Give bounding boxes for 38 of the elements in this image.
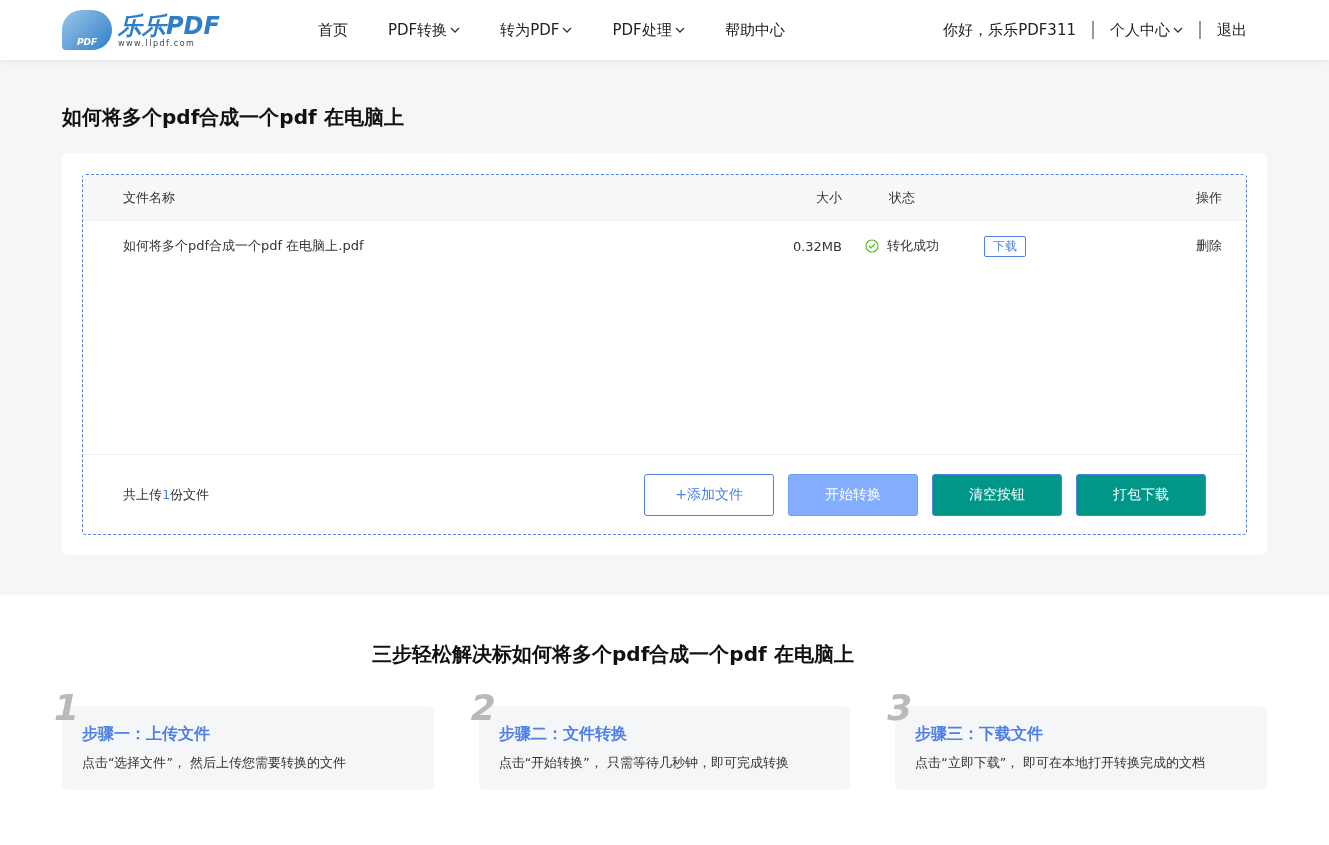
greeting: 你好，乐乐PDF311 <box>943 20 1076 40</box>
logo-name: 乐乐PDF <box>118 12 220 39</box>
action-button[interactable]: 清空按钮 <box>932 473 1062 516</box>
step-description: 点击“开始转换”， 只需等待几秒钟，即可完成转换 <box>498 755 790 772</box>
step-number: 2 <box>470 690 496 726</box>
nav-link[interactable]: PDF转换 <box>388 20 461 40</box>
column-header: 文件名称 <box>123 188 176 207</box>
step-number: 1 <box>54 690 80 726</box>
logo-url: www.llpdf.com <box>118 38 197 48</box>
page-title: 如何将多个pdf合成一个pdf 在电脑上 <box>62 104 405 131</box>
logout-link[interactable]: 退出 <box>1217 20 1247 40</box>
nav-link[interactable]: 首页 <box>318 20 348 40</box>
step-number: 3 <box>887 690 913 726</box>
column-header: 大小 <box>815 188 842 207</box>
nav-link[interactable]: 转为PDF <box>500 20 573 40</box>
chevron-down-icon <box>450 27 461 33</box>
delete-link[interactable]: 删除 <box>1082 237 1222 255</box>
action-button[interactable]: 打包下载 <box>1076 473 1206 516</box>
step-description: 点击“选择文件”， 然后上传您需要转换的文件 <box>82 755 347 772</box>
upload-count-text: 共上传1份文件 <box>123 485 210 504</box>
nav-link[interactable]: PDF处理 <box>612 20 685 40</box>
nav-link[interactable]: 帮助中心 <box>724 20 785 40</box>
steps-title: 三步轻松解决标如何将多个pdf合成一个pdf 在电脑上 <box>372 641 855 668</box>
download-button[interactable]: 下载 <box>984 235 1026 257</box>
column-header: 状态 <box>888 188 916 207</box>
file-name: 如何将多个pdf合成一个pdf 在电脑上.pdf <box>123 237 365 255</box>
user-center-menu[interactable]: 个人中心 <box>1110 20 1183 40</box>
chevron-down-icon <box>674 27 685 33</box>
chevron-down-icon <box>562 27 573 33</box>
step-title: 步骤一：上传文件 <box>82 724 211 745</box>
status-text: 转化成功 <box>887 237 939 255</box>
step-title: 步骤二：文件转换 <box>498 724 628 745</box>
step-title: 步骤三：下载文件 <box>915 724 1045 745</box>
step-description: 点击“立即下载”， 即可在本地打开转换完成的文档 <box>915 755 1207 772</box>
file-size: 0.32MB <box>791 238 842 254</box>
column-header: 操作 <box>1195 188 1222 207</box>
action-button[interactable]: +添加文件 <box>644 473 774 516</box>
chevron-down-icon <box>1173 27 1183 33</box>
